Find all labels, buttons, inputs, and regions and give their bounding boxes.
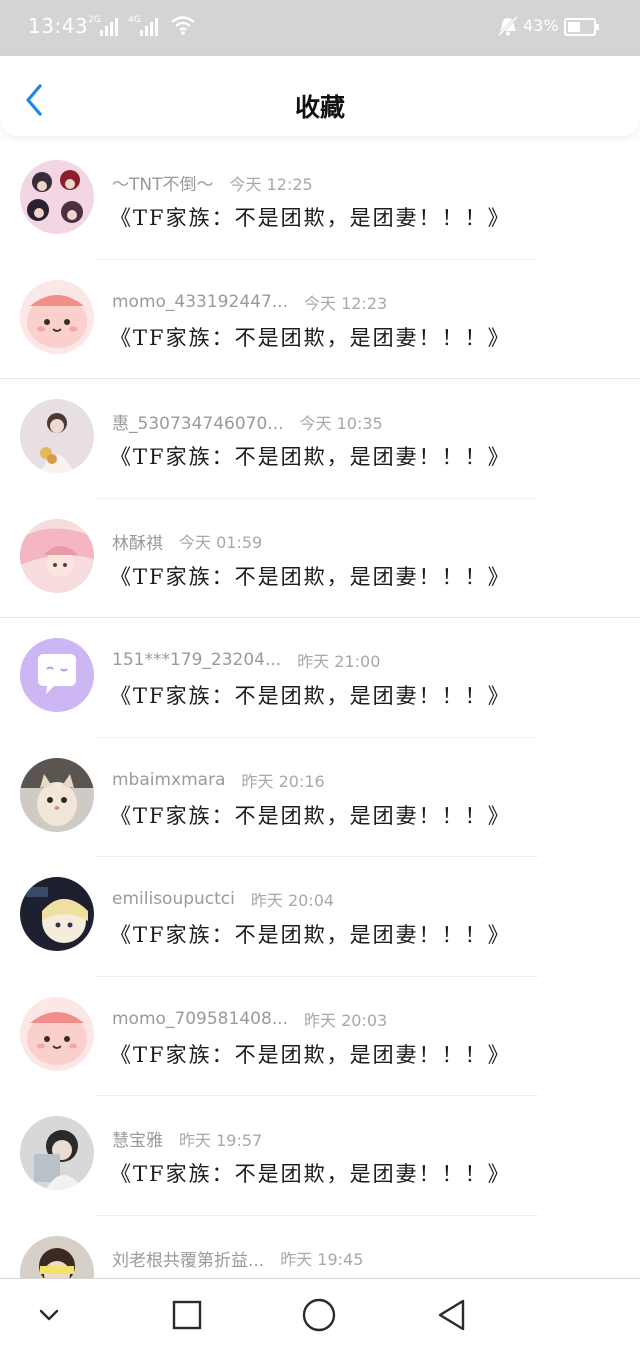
list-item[interactable]: 151***179_23204... 昨天 21:00 《TF家族：不是团欺，是团… bbox=[0, 618, 640, 738]
mute-bell-icon bbox=[497, 15, 519, 37]
username: momo_433192447... bbox=[112, 291, 288, 312]
list-item[interactable]: 慧宝雅 昨天 19:57 《TF家族：不是团欺，是团妻！！！》 bbox=[0, 1096, 640, 1216]
list-item[interactable]: momo_433192447... 今天 12:23 《TF家族：不是团欺，是团妻… bbox=[0, 260, 640, 379]
avatar[interactable] bbox=[20, 877, 94, 951]
message-text: 《TF家族：不是团欺，是团妻！！！》 bbox=[110, 1042, 511, 1067]
timestamp: 昨天 19:57 bbox=[179, 1130, 263, 1150]
message-text: 《TF家族：不是团欺，是团妻！！！》 bbox=[110, 564, 511, 589]
username: mbaimxmara bbox=[112, 769, 226, 790]
message-text: 《TF家族：不是团欺，是团妻！！！》 bbox=[110, 803, 511, 828]
home-circle-icon[interactable] bbox=[302, 1298, 336, 1332]
timestamp: 今天 10:35 bbox=[299, 413, 383, 433]
back-triangle-icon[interactable] bbox=[436, 1298, 468, 1332]
avatar[interactable] bbox=[20, 1235, 94, 1278]
avatar[interactable] bbox=[20, 160, 94, 234]
username: 慧宝雅 bbox=[112, 1131, 163, 1150]
recent-apps-square-icon[interactable] bbox=[172, 1300, 202, 1330]
signal-2-label: 4G bbox=[128, 15, 141, 25]
list-item[interactable]: momo_709581408... 昨天 20:03 《TF家族：不是团欺，是团妻… bbox=[0, 977, 640, 1096]
message-text: 《TF家族：不是团欺，是团妻！！！》 bbox=[110, 684, 511, 708]
avatar[interactable] bbox=[20, 518, 94, 593]
list-item[interactable]: 林酥祺 今天 01:59 《TF家族：不是团欺，是团妻！！！》 bbox=[0, 499, 640, 618]
username: 林酥祺 bbox=[112, 533, 163, 553]
list-item[interactable]: mbaimxmara 昨天 20:16 《TF家族：不是团欺，是团妻！！！》 bbox=[0, 738, 640, 857]
list-item[interactable]: emilisoupuctci 昨天 20:04 《TF家族：不是团欺，是团妻！！！… bbox=[0, 857, 640, 977]
avatar[interactable] bbox=[20, 757, 94, 832]
avatar[interactable] bbox=[20, 996, 94, 1071]
username: 惠_530734746070... bbox=[112, 414, 284, 433]
timestamp: 昨天 20:03 bbox=[303, 1010, 388, 1030]
username: emilisoupuctci bbox=[112, 889, 235, 909]
battery-icon bbox=[564, 18, 599, 36]
collapse-chevron-icon[interactable] bbox=[36, 1305, 62, 1325]
avatar[interactable] bbox=[20, 638, 94, 712]
list-item[interactable]: ～TNT不倒～ 今天 12:25 《TF家族：不是团欺，是团妻！！！》 bbox=[0, 140, 640, 260]
avatar[interactable] bbox=[20, 1116, 94, 1190]
timestamp: 今天 01:59 bbox=[179, 533, 263, 552]
username: momo_709581408... bbox=[112, 1008, 288, 1029]
signal-icon: 2G bbox=[88, 15, 118, 36]
favorites-list[interactable]: ～TNT不倒～ 今天 12:25 《TF家族：不是团欺，是团妻！！！》 momo_… bbox=[0, 140, 640, 1278]
username: 151***179_23204... bbox=[112, 650, 282, 670]
list-item[interactable]: 惠_530734746070... 今天 10:35 《TF家族：不是团欺，是团妻… bbox=[0, 379, 640, 499]
signal-icon: 4G bbox=[128, 15, 158, 36]
status-time: 13:43 bbox=[28, 14, 89, 38]
username: ～TNT不倒～ bbox=[112, 175, 214, 194]
timestamp: 昨天 21:00 bbox=[297, 652, 381, 671]
timestamp: 今天 12:25 bbox=[229, 174, 313, 194]
message-text: 《TF家族：不是团欺，是团妻！！！》 bbox=[110, 325, 511, 350]
wifi-icon bbox=[171, 16, 195, 35]
timestamp: 昨天 19:45 bbox=[280, 1250, 364, 1269]
status-bar: 13:43 2G 4G 43% bbox=[0, 0, 640, 56]
battery-text: 43% bbox=[523, 16, 559, 35]
avatar[interactable] bbox=[20, 279, 94, 354]
header: 收藏 bbox=[0, 56, 640, 136]
navigation-bar bbox=[0, 1278, 640, 1351]
avatar[interactable] bbox=[20, 399, 94, 473]
message-text: 《TF家族：不是团欺，是团妻！！！》 bbox=[110, 1162, 511, 1186]
message-text: 《TF家族：不是团欺，是团妻！！！》 bbox=[110, 923, 511, 947]
timestamp: 今天 12:23 bbox=[303, 293, 388, 313]
username: 刘老根共覆第折益... bbox=[112, 1250, 265, 1270]
message-text: 《TF家族：不是团欺，是团妻！！！》 bbox=[110, 445, 511, 469]
message-text: 《TF家族：不是团欺，是团妻！！！》 bbox=[110, 206, 511, 230]
timestamp: 昨天 20:16 bbox=[241, 771, 325, 791]
timestamp: 昨天 20:04 bbox=[250, 891, 335, 910]
signal-1-label: 2G bbox=[88, 15, 101, 25]
page-title: 收藏 bbox=[294, 93, 345, 122]
list-item[interactable]: 刘老根共覆第折益... 昨天 19:45 bbox=[0, 1216, 640, 1278]
